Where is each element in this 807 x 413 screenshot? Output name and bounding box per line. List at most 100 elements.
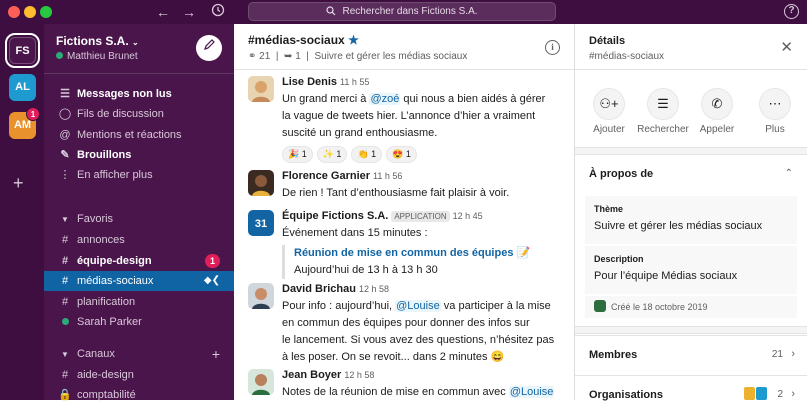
drafts-icon: ✎ (60, 149, 70, 161)
divider (575, 147, 807, 155)
caret-down-icon: ▼ (61, 215, 69, 224)
message-time[interactable]: 12 h 58 (359, 284, 389, 294)
event-link[interactable]: Réunion de mise en commun des équipes (294, 247, 513, 259)
unread-icon: ☰ (60, 88, 70, 100)
message-time[interactable]: 12 h 58 (344, 370, 374, 380)
sidebar-item-drafts[interactable]: ✎ Brouillons (44, 145, 234, 165)
details-title: Détails (589, 35, 626, 47)
workspace-header[interactable]: Fictions S.A. ⌄ Matthieu Brunet (44, 24, 234, 74)
description-value: Pour l’équipe Médias sociaux (594, 270, 738, 282)
add-people-button[interactable]: ⚇+ Ajouter (579, 88, 639, 135)
organizations-row[interactable]: Organisations 2 › (575, 375, 807, 413)
avatar[interactable] (248, 170, 274, 196)
more-button[interactable]: ⋯ Plus (745, 88, 805, 135)
pin-count[interactable]: 1 (295, 51, 301, 62)
minimize-window-button[interactable] (24, 6, 36, 18)
reactions: 🎉 1 ✨ 1 👏 1 😍 1 (282, 144, 421, 163)
sidebar-item-sarah-parker[interactable]: Sarah Parker (44, 312, 234, 332)
reaction[interactable]: 😍 1 (386, 146, 417, 163)
details-header: Détails #médias-sociaux ✕ (575, 24, 807, 70)
channel-view: #médias-sociaux ★ ⚭ 21 | ➥ 1 | Suivre et… (234, 24, 575, 400)
app-badge: APPLICATION (391, 211, 450, 222)
theme-label: Thème (594, 204, 624, 214)
help-icon[interactable]: ? (784, 4, 799, 19)
message-author[interactable]: Équipe Fictions S.A. APPLICATION 12 h 45 (282, 210, 483, 222)
sidebar-item-medias-sociaux[interactable]: # médias-sociaux ◆❮ (44, 271, 234, 291)
theme-card[interactable]: Thème Suivre et gérer les médias sociaux (585, 196, 797, 244)
call-button[interactable]: ✆ Appeler (687, 88, 747, 135)
close-icon[interactable]: ✕ (780, 38, 793, 56)
workspace-name[interactable]: Fictions S.A. ⌄ (56, 34, 139, 48)
hash-icon: # (61, 234, 69, 246)
user-mention[interactable]: @zoé (369, 93, 401, 105)
add-workspace-icon[interactable]: + (13, 174, 24, 192)
reaction[interactable]: ✨ 1 (316, 146, 348, 163)
chevron-up-icon[interactable]: ⌃ (785, 168, 793, 179)
avatar[interactable] (248, 369, 274, 395)
members-row[interactable]: Membres 21 › (575, 335, 807, 373)
workspace-al[interactable]: AL (9, 74, 36, 101)
section-favorites[interactable]: ▼ Favoris (44, 209, 234, 229)
details-panel: Détails #médias-sociaux ✕ ⚇+ Ajouter ☰ R… (575, 24, 807, 401)
hash-icon: # (61, 369, 69, 381)
created-info: Créé le 18 octobre 2019 (585, 296, 797, 318)
members-label: Membres (589, 349, 638, 361)
caret-down-icon: ▼ (61, 350, 69, 359)
user-mention[interactable]: @Louise (508, 386, 555, 398)
avatar[interactable] (248, 76, 274, 102)
workspace-rail: FS AL AM 1 + (0, 24, 44, 400)
about-section-title[interactable]: À propos de (589, 168, 653, 180)
forward-arrow-icon[interactable]: → (182, 3, 196, 21)
add-channel-icon[interactable]: + (212, 344, 220, 364)
message-time[interactable]: 11 h 56 (373, 171, 402, 181)
message-author[interactable]: Florence Garnier 11 h 56 (282, 170, 402, 182)
sidebar-item-unread[interactable]: ☰ Messages non lus (44, 84, 234, 104)
sidebar-item-equipe-design[interactable]: # équipe-design 1 (44, 251, 234, 271)
members-icon[interactable]: ⚭ (248, 51, 256, 62)
reaction[interactable]: 👏 1 (351, 146, 383, 163)
zoom-window-button[interactable] (40, 6, 52, 18)
search-input[interactable]: Rechercher dans Fictions S.A. (248, 2, 556, 21)
sidebar-item-annonces[interactable]: # annonces (44, 230, 234, 250)
message-author[interactable]: Lise Denis 11 h 55 (282, 76, 369, 88)
description-card[interactable]: Description Pour l’équipe Médias sociaux (585, 246, 797, 294)
info-icon[interactable]: i (545, 40, 560, 55)
history-clock-icon[interactable] (211, 3, 225, 21)
theme-value: Suivre et gérer les médias sociaux (594, 220, 763, 232)
sidebar-item-aide-design[interactable]: # aide-design (44, 365, 234, 385)
message-author[interactable]: Jean Boyer 12 h 58 (282, 369, 374, 381)
pin-icon[interactable]: ➥ (284, 51, 292, 62)
sidebar-item-comptabilite[interactable]: 🔒 comptabilité (44, 385, 234, 405)
member-count[interactable]: 21 (259, 51, 270, 62)
back-arrow-icon[interactable]: ← (156, 3, 170, 21)
star-icon[interactable]: ★ (348, 33, 359, 47)
message-time[interactable]: 11 h 55 (340, 77, 369, 87)
search-button[interactable]: ☰ Rechercher (633, 88, 693, 135)
avatar[interactable] (248, 283, 274, 309)
channel-name[interactable]: #médias-sociaux ★ (248, 33, 359, 47)
user-mention[interactable]: @Louise (395, 300, 441, 312)
section-channels[interactable]: ▼ Canaux + (44, 344, 234, 364)
shared-channel-icon: ◆❮ (203, 275, 220, 286)
action-label: Rechercher (637, 124, 689, 135)
hash-icon: # (61, 255, 69, 267)
message-author[interactable]: David Brichau 12 h 58 (282, 283, 389, 295)
presence-dot (58, 312, 72, 332)
calendar-icon[interactable]: 31 (248, 210, 274, 236)
sidebar-item-planification[interactable]: # planification (44, 292, 234, 312)
event-time: Aujourd’hui de 13 h à 13 h 30 (294, 264, 438, 276)
chevron-down-icon: ⌄ (132, 38, 139, 47)
sidebar-item-mentions[interactable]: @ Mentions et réactions (44, 125, 234, 145)
more-vertical-icon: ⋮ (59, 169, 71, 181)
channel-topic[interactable]: Suivre et gérer les médias sociaux (314, 51, 467, 62)
compose-button[interactable] (196, 35, 222, 61)
compose-icon (204, 39, 215, 50)
divider (575, 326, 807, 334)
message-time[interactable]: 12 h 45 (453, 211, 483, 221)
workspace-fs[interactable]: FS (5, 33, 40, 68)
sidebar-item-more[interactable]: ⋮ En afficher plus (44, 165, 234, 185)
org-logos (744, 387, 767, 405)
sidebar-item-threads[interactable]: ◯ Fils de discussion (44, 104, 234, 124)
close-window-button[interactable] (8, 6, 20, 18)
reaction[interactable]: 🎉 1 (282, 146, 313, 163)
